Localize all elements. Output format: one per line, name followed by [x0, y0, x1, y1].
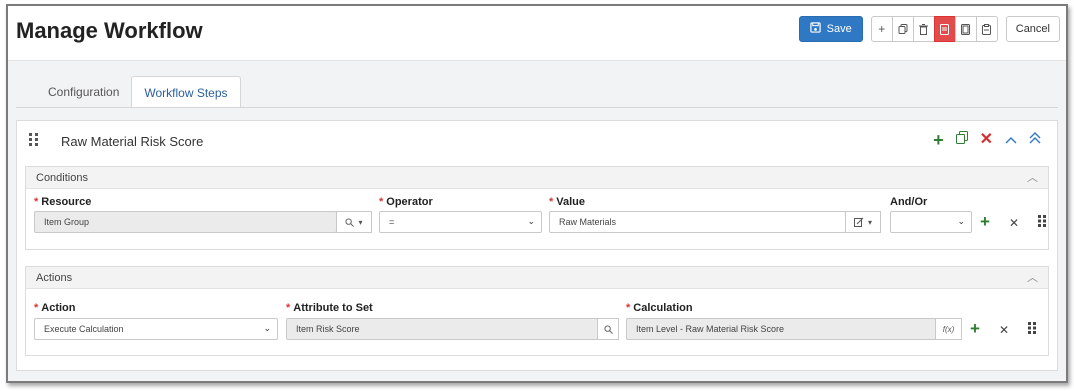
search-icon	[345, 217, 355, 227]
action-label: * Action	[34, 302, 76, 314]
edit-icon	[853, 217, 864, 227]
drag-handle-icon[interactable]	[1028, 322, 1036, 334]
move-to-top-icon[interactable]	[1029, 131, 1041, 148]
attribute-field[interactable]: Item Risk Score	[286, 318, 598, 340]
operator-select[interactable]: = ⌄	[379, 211, 542, 233]
page-title: Manage Workflow	[16, 18, 203, 43]
save-button[interactable]: Save	[798, 16, 863, 42]
step-title: Raw Material Risk Score	[61, 134, 204, 149]
chevron-up-icon[interactable]: ︿	[1027, 267, 1038, 289]
chevron-down-icon: ⌄	[527, 216, 535, 226]
conditions-header[interactable]: Conditions ︿	[26, 167, 1048, 189]
chevron-down-icon: ⌄	[263, 323, 271, 333]
chevron-up-icon[interactable]: ︿	[1027, 167, 1038, 189]
plus-icon: +	[878, 22, 886, 36]
page-header: Manage Workflow Save + Cancel	[8, 6, 1066, 61]
value-edit-button[interactable]: ▾	[845, 211, 881, 233]
operator-label: * Operator	[379, 196, 433, 208]
delete-button[interactable]	[912, 16, 935, 42]
manage-workflow-window: Manage Workflow Save + Cancel Configurat…	[6, 4, 1068, 383]
remove-condition-icon[interactable]: ✕	[1009, 216, 1019, 231]
value-label: * Value	[549, 196, 586, 208]
conditions-title: Conditions	[36, 172, 88, 184]
save-icon	[809, 22, 821, 36]
panel-icon	[961, 23, 971, 35]
actions-header[interactable]: Actions ︿	[26, 267, 1048, 289]
copy-button[interactable]	[891, 16, 914, 42]
resource-label: * Resource	[34, 196, 92, 208]
function-button[interactable]: f(x)	[935, 318, 962, 340]
drag-handle-icon[interactable]	[1038, 215, 1046, 227]
cancel-button[interactable]: Cancel	[1005, 16, 1060, 42]
workflow-step-card: Raw Material Risk Score + ✕ Conditions ︿…	[16, 120, 1058, 371]
drag-handle-icon[interactable]	[29, 133, 39, 147]
action-select[interactable]: Execute Calculation ⌄	[34, 318, 278, 340]
view-button[interactable]	[954, 16, 977, 42]
search-icon	[603, 324, 613, 334]
toolbar-actions-group: +	[870, 16, 998, 42]
clipboard-button[interactable]	[975, 16, 998, 42]
copy-icon	[898, 23, 908, 34]
andor-label: And/Or	[890, 196, 928, 208]
delete-step-icon[interactable]: ✕	[980, 131, 993, 148]
tab-configuration[interactable]: Configuration	[36, 76, 131, 108]
add-action-icon[interactable]: +	[970, 320, 980, 337]
calculation-field[interactable]: Item Level - Raw Material Risk Score	[626, 318, 936, 340]
collapse-up-icon[interactable]	[1005, 132, 1017, 148]
save-button-label: Save	[826, 23, 852, 35]
chevron-down-icon: ⌄	[957, 216, 965, 226]
andor-select[interactable]: ⌄	[890, 211, 972, 233]
add-button[interactable]: +	[870, 16, 893, 42]
document-active-button[interactable]	[933, 16, 956, 42]
conditions-section: Conditions ︿ * Resource * Operator * Value …	[25, 166, 1049, 250]
attribute-search-button[interactable]	[597, 318, 619, 340]
resource-search-button[interactable]: ▾	[336, 211, 372, 233]
tab-divider	[16, 107, 1058, 108]
clipboard-icon	[982, 23, 992, 35]
document-icon	[940, 23, 950, 35]
step-actions: + ✕	[933, 131, 1041, 149]
add-step-icon[interactable]: +	[933, 131, 944, 149]
copy-step-icon[interactable]	[955, 131, 968, 148]
calculation-label: * Calculation	[626, 302, 693, 314]
resource-field[interactable]: Item Group	[34, 211, 337, 233]
attribute-label: * Attribute to Set	[286, 302, 373, 314]
actions-title: Actions	[36, 272, 73, 284]
caret-down-icon: ▾	[358, 217, 363, 227]
add-condition-icon[interactable]: +	[980, 213, 990, 230]
remove-action-icon[interactable]: ✕	[999, 323, 1009, 338]
actions-section: Actions ︿ * Action * Attribute to Set * Cal…	[25, 266, 1049, 356]
caret-down-icon: ▾	[867, 217, 872, 227]
tab-bar: Configuration Workflow Steps	[36, 76, 241, 108]
tab-workflow-steps[interactable]: Workflow Steps	[131, 76, 241, 108]
trash-icon	[919, 23, 929, 35]
toolbar: Save + Cancel	[798, 16, 1060, 42]
value-field[interactable]: Raw Materials	[549, 211, 846, 233]
